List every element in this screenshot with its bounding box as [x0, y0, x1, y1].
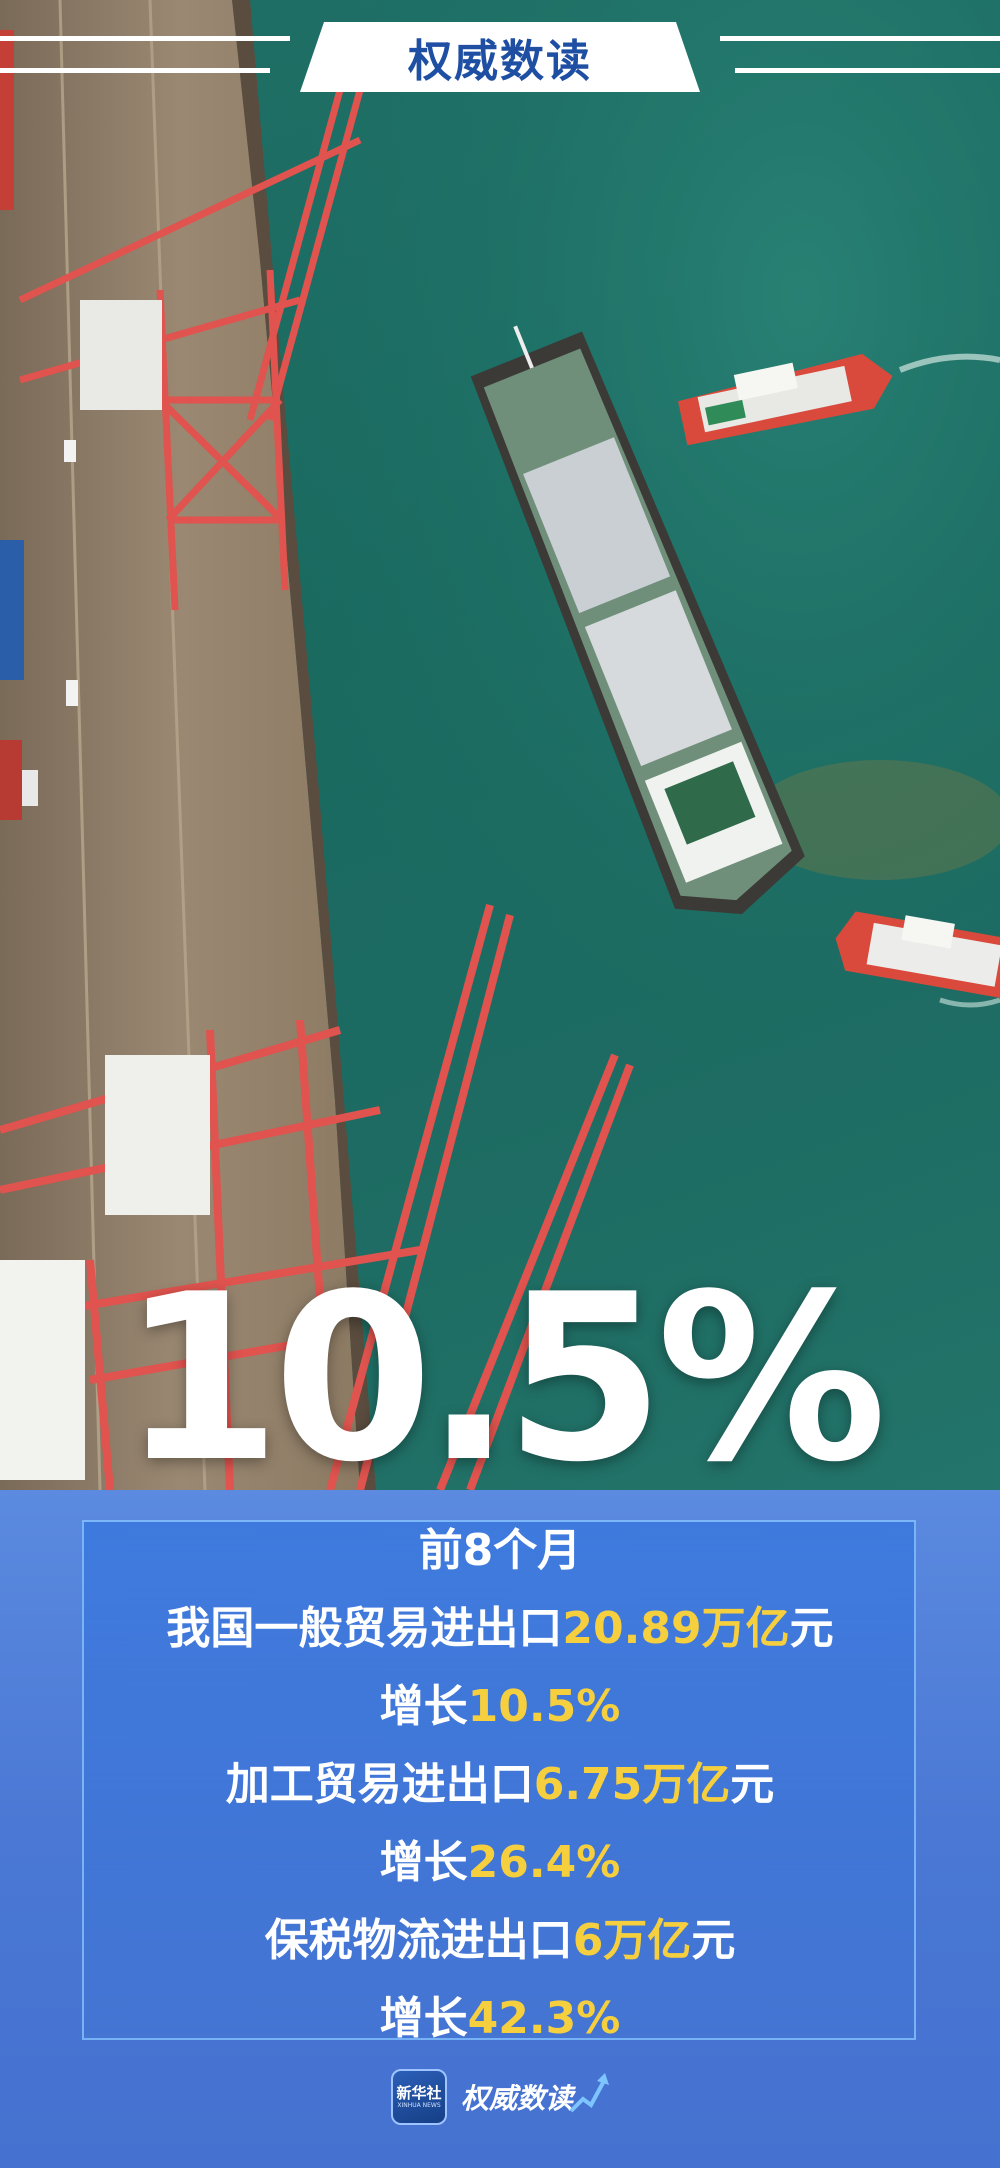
- brand-logo: 权威数读: [460, 2073, 609, 2117]
- banner-title-plate: 权威数读: [300, 22, 700, 92]
- general-growth-line: 增长10.5%: [0, 1668, 1000, 1746]
- top-banner: 权威数读: [0, 22, 1000, 92]
- banner-line-left-bottom: [0, 68, 270, 73]
- processing-trade-label: 加工贸易进出口: [225, 1759, 534, 1810]
- bonded-logistics-line: 保税物流进出口6万亿元: [0, 1902, 1000, 1980]
- general-trade-line: 我国一般贸易进出口20.89万亿元: [0, 1590, 1000, 1668]
- bonded-growth-line: 增长42.3%: [0, 1980, 1000, 2058]
- bonded-logistics-unit: 元: [691, 1915, 736, 1966]
- brand-logo-text: 权威数读: [460, 2082, 573, 2115]
- period-line: 前8个月: [0, 1512, 1000, 1590]
- stat-lines: 前8个月 我国一般贸易进出口20.89万亿元 增长10.5% 加工贸易进出口6.…: [0, 1512, 1000, 2058]
- general-trade-unit: 元: [789, 1603, 834, 1654]
- xinhua-logo-subtext: XINHUA NEWS: [397, 2102, 441, 2109]
- general-trade-value: 20.89万亿: [562, 1603, 790, 1654]
- bonded-logistics-label: 保税物流进出口: [264, 1915, 573, 1966]
- processing-trade-line: 加工贸易进出口6.75万亿元: [0, 1746, 1000, 1824]
- xinhua-logo-text: 新华社: [396, 2084, 442, 2102]
- bonded-logistics-value: 6万亿: [572, 1915, 692, 1966]
- processing-growth-value: 26.4%: [467, 1837, 621, 1888]
- processing-trade-value: 6.75万亿: [533, 1759, 731, 1810]
- banner-line-right-top: [720, 36, 1000, 41]
- banner-line-left-top: [0, 36, 290, 41]
- general-trade-label: 我国一般贸易进出口: [166, 1603, 563, 1654]
- banner-line-right-bottom: [735, 68, 1000, 73]
- bonded-growth-label: 增长: [379, 1993, 468, 2044]
- bonded-growth-value: 42.3%: [467, 1993, 621, 2044]
- hero-big-number: 10.5%: [121, 1246, 887, 1513]
- xinhua-logo: 新华社 XINHUA NEWS: [390, 2069, 447, 2125]
- processing-growth-line: 增长26.4%: [0, 1824, 1000, 1902]
- processing-growth-label: 增长: [379, 1837, 468, 1888]
- general-growth-value: 10.5%: [467, 1681, 621, 1732]
- period-text: 前8个月: [418, 1525, 582, 1576]
- banner-title: 权威数读: [408, 36, 592, 87]
- footer-logos: 新华社 XINHUA NEWS 权威数读: [0, 2065, 1000, 2129]
- trend-arrow-icon: [569, 2073, 609, 2113]
- general-growth-label: 增长: [379, 1681, 468, 1732]
- processing-trade-unit: 元: [730, 1759, 775, 1810]
